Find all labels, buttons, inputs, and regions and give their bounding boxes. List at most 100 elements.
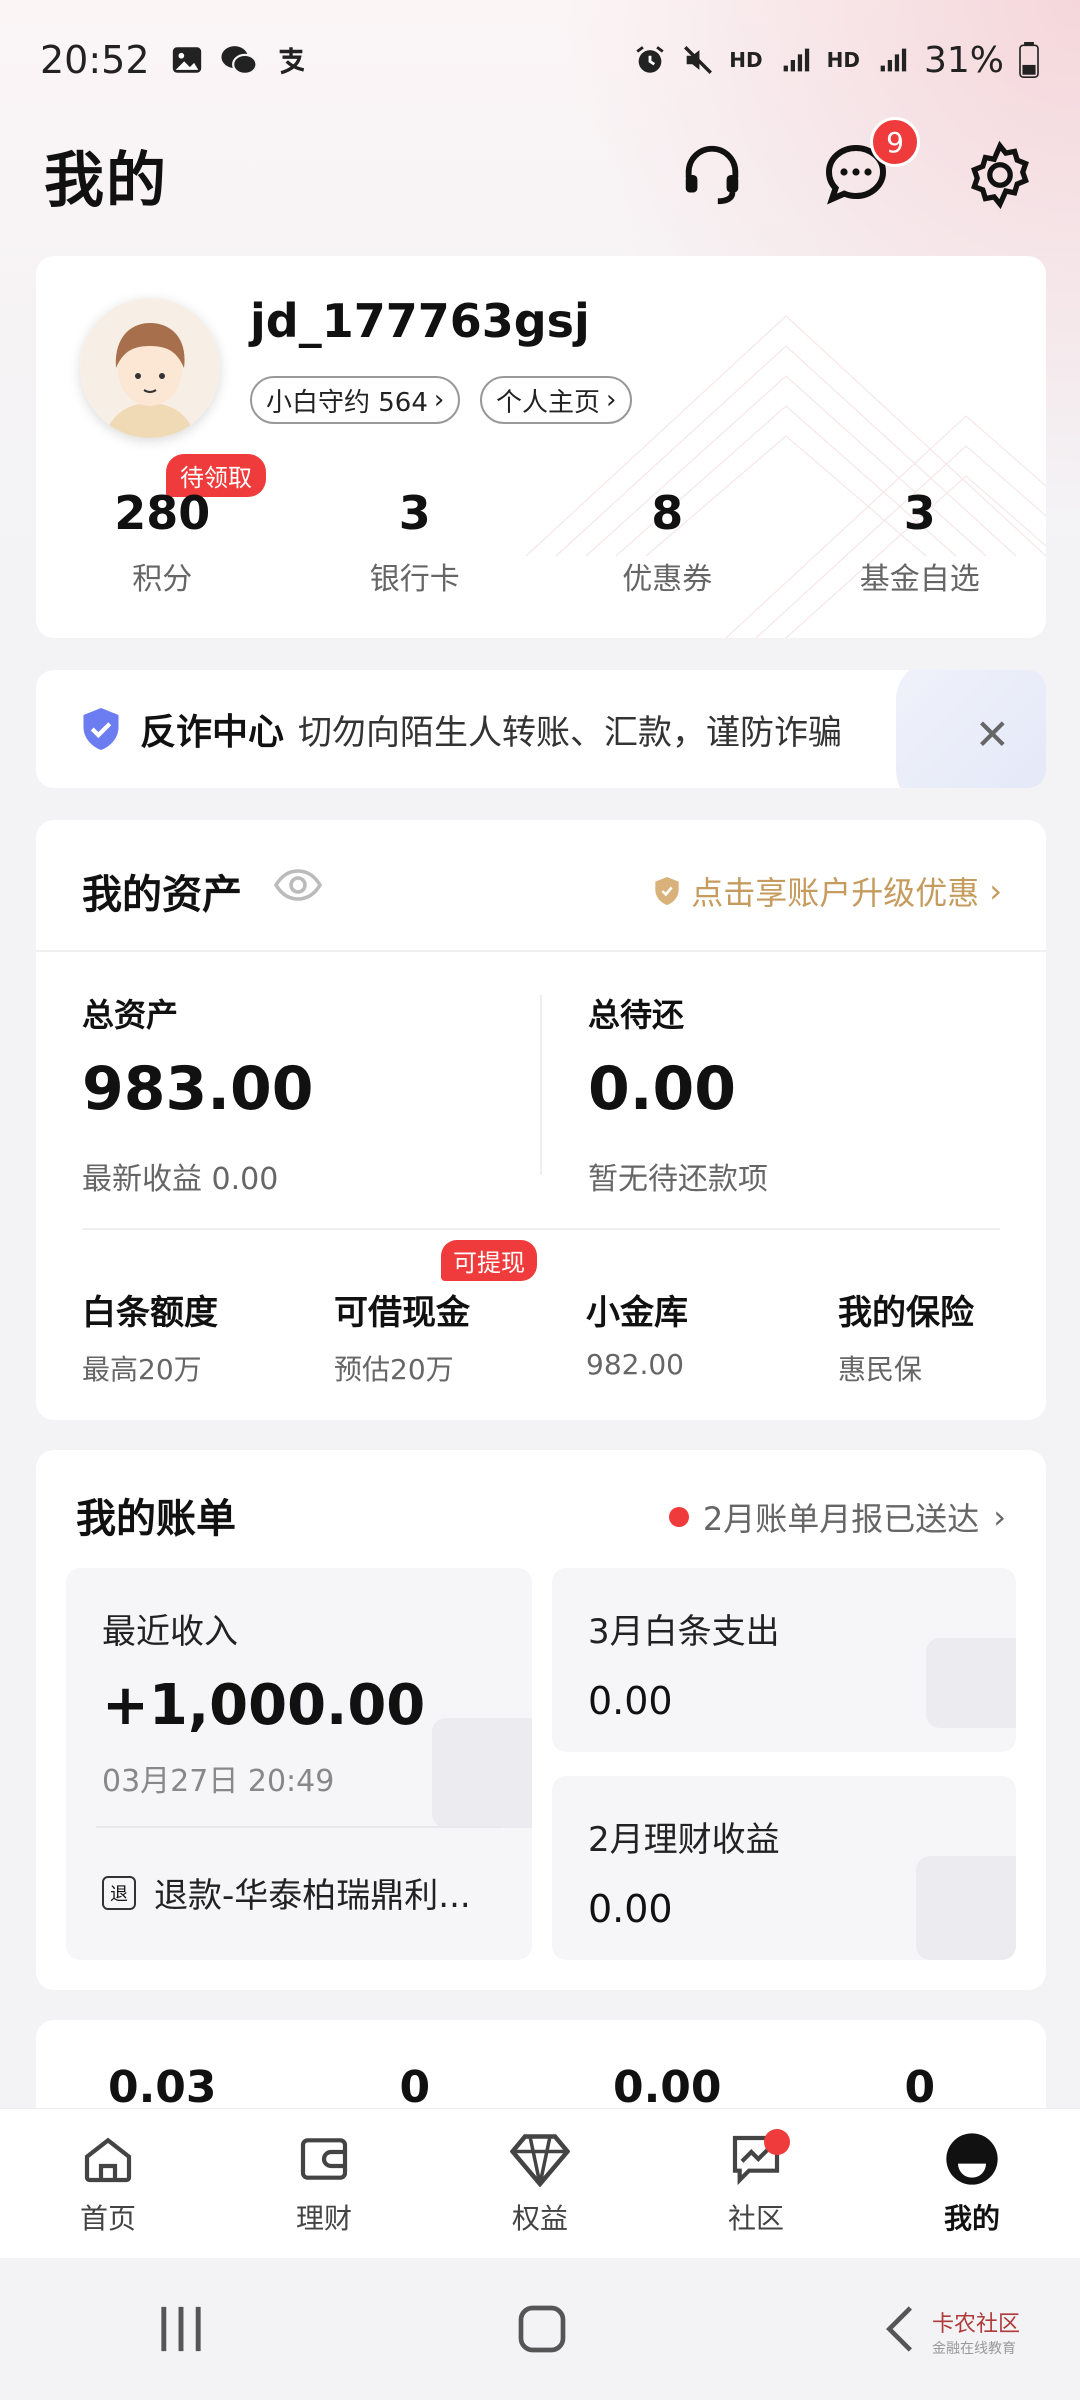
avatar-face-icon — [80, 298, 220, 438]
tab-home[interactable]: 首页 — [0, 2109, 216, 2258]
my-bills-card: 我的账单 2月账单月报已送达 › 最近收入 +1,000.00 03月27日 2… — [36, 1450, 1046, 1990]
stat-label: 银行卡 — [369, 562, 460, 597]
profile-card: jd_177763gsj 小白守约 564 › 个人主页 › 待领取 280 积分 3… — [36, 256, 1046, 638]
shield-check-icon — [83, 708, 119, 750]
mini-title: 白条额度 — [82, 1293, 218, 1333]
stat-label: 积分 — [132, 562, 193, 597]
refund-text: 退款-华泰柏瑞鼎利... — [154, 1876, 471, 1916]
gear-icon — [971, 140, 1029, 210]
refund-row[interactable]: 退 退款-华泰柏瑞鼎利... — [102, 1868, 471, 1917]
divider — [96, 1826, 502, 1828]
anti-fraud-title: 反诈中心 — [140, 712, 285, 753]
decorative-card-graphic — [926, 1638, 1016, 1728]
stat-label: 基金自选 — [859, 562, 980, 597]
assets-title: 我的资产 — [82, 872, 242, 918]
settings-button[interactable] — [964, 139, 1036, 211]
chevron-right-icon: › — [989, 872, 1002, 910]
signal-4g-icon — [783, 48, 809, 72]
stat-value: 3 — [398, 486, 431, 540]
messages-button[interactable]: 9 — [820, 117, 920, 211]
unread-dot — [668, 1507, 689, 1527]
gold-shield-icon — [655, 877, 679, 905]
tab-community[interactable]: 社区 — [648, 2109, 864, 2258]
divider — [36, 950, 1046, 952]
baitiao-spending-value: 0.00 — [588, 1679, 673, 1723]
diamond-icon — [510, 2133, 570, 2187]
vault-item[interactable]: 小金库 982.00 — [586, 1285, 688, 1381]
stat-points[interactable]: 280 积分 — [36, 486, 289, 598]
decorative-card-graphic — [916, 1856, 1016, 1960]
username: jd_177763gsj — [250, 294, 590, 348]
hd-indicator: HD — [729, 48, 763, 72]
peek-value: 0.00 — [612, 2062, 722, 2113]
homepage-pill[interactable]: 个人主页 › — [480, 376, 633, 424]
signal-5g-icon — [880, 48, 907, 72]
peek-value: 0 — [399, 2062, 431, 2113]
total-assets-label: 总资产 — [82, 996, 179, 1034]
baitiao-spending-tile[interactable]: 3月白条支出 0.00 — [552, 1568, 1016, 1752]
tab-benefits[interactable]: 权益 — [432, 2109, 648, 2258]
credit-score-pill[interactable]: 小白守约 564 › — [250, 376, 461, 424]
watermark: 卡农社区金融在线教育 — [932, 2306, 1020, 2358]
page-header: 我的 9 — [0, 117, 1080, 230]
tab-mine[interactable]: 我的 — [864, 2109, 1080, 2258]
stat-coupons[interactable]: 8 优惠券 — [541, 486, 794, 598]
recent-apps-icon[interactable] — [151, 2302, 211, 2356]
baitiao-limit-item[interactable]: 白条额度 最高20万 — [82, 1285, 218, 1388]
mini-title: 可借现金 — [334, 1293, 470, 1333]
anti-fraud-banner[interactable]: 反诈中心 切勿向陌生人转账、汇款，谨防诈骗 ✕ — [36, 670, 1046, 788]
bills-title: 我的账单 — [76, 1496, 236, 1542]
decorative-card-graphic — [432, 1718, 532, 1828]
total-assets-value: 983.00 — [82, 1054, 314, 1124]
credit-score-label: 小白守约 564 — [266, 387, 428, 418]
insurance-item[interactable]: 我的保险 惠民保 — [838, 1285, 974, 1388]
tab-label: 我的 — [943, 2201, 1000, 2235]
total-assets-block[interactable]: 总资产 983.00 最新收益 0.00 — [82, 990, 314, 1198]
no-due-text: 暂无待还款项 — [588, 1162, 768, 1197]
anti-fraud-text: 切勿向陌生人转账、汇款，谨防诈骗 — [298, 712, 843, 753]
peek-value: 0 — [904, 2062, 936, 2113]
close-icon[interactable]: ✕ — [975, 710, 1010, 759]
message-count-badge: 9 — [870, 117, 920, 167]
customer-service-button[interactable] — [676, 139, 748, 211]
chevron-right-icon: › — [433, 385, 445, 415]
profile-icon — [946, 2132, 998, 2185]
home-button-icon[interactable] — [514, 2301, 570, 2357]
total-due-block[interactable]: 总待还 0.00 暂无待还款项 — [588, 990, 768, 1198]
recent-income-tile[interactable]: 最近收入 +1,000.00 03月27日 20:49 退 退款-华泰柏瑞鼎利.… — [66, 1568, 532, 1960]
upgrade-promo-link[interactable]: 点击享账户升级优惠 › — [653, 868, 1002, 914]
mini-sub: 预估20万 — [334, 1353, 454, 1386]
bottom-tab-bar: 首页 理财 权益 社区 我的 — [0, 2108, 1080, 2258]
chevron-right-icon: › — [606, 385, 617, 415]
avatar[interactable] — [80, 298, 220, 438]
total-due-label: 总待还 — [588, 996, 685, 1034]
borrow-cash-item[interactable]: 可借现金预估20万 — [334, 1285, 470, 1388]
mini-sub: 982.00 — [586, 1348, 684, 1381]
peek-value: 0.03 — [107, 2062, 217, 2113]
back-icon[interactable] — [873, 2301, 929, 2357]
wallet-icon — [300, 2137, 348, 2180]
alipay-icon — [279, 47, 304, 75]
eye-icon[interactable] — [274, 868, 322, 902]
home-icon — [84, 2137, 132, 2182]
stat-label: 优惠券 — [622, 562, 713, 597]
mute-icon — [684, 46, 713, 74]
stat-bank-cards[interactable]: 3 银行卡 — [289, 486, 542, 598]
monthly-report-text: 2月账单月报已送达 — [702, 1500, 980, 1538]
watermark-sub: 金融在线教育 — [931, 2341, 1016, 2357]
status-time: 20:52 — [40, 38, 150, 82]
wealth-income-tile[interactable]: 2月理财收益 0.00 — [552, 1776, 1016, 1960]
mini-sub: 惠民保 — [838, 1353, 923, 1386]
my-assets-card: 我的资产 点击享账户升级优惠 › 总资产 983.00 最新收益 0.00 总待… — [36, 820, 1046, 1420]
battery-percent: 31% — [923, 39, 1004, 81]
status-bar: 20:52 HD HD 31% — [0, 0, 1080, 120]
stat-fund-watchlist[interactable]: 3 基金自选 — [794, 486, 1047, 598]
system-navigation-bar: 卡农社区金融在线教育 — [0, 2258, 1080, 2400]
tab-label: 理财 — [295, 2201, 352, 2235]
tab-label: 首页 — [79, 2201, 136, 2235]
watermark-main: 卡农社区 — [931, 2312, 1020, 2337]
tab-wealth[interactable]: 理财 — [216, 2109, 432, 2258]
monthly-report-notice[interactable]: 2月账单月报已送达 › — [668, 1494, 1006, 1540]
profile-stats: 280 积分 3 银行卡 8 优惠券 3 基金自选 — [36, 486, 1046, 598]
decorative-shield-graphic — [896, 670, 1046, 788]
